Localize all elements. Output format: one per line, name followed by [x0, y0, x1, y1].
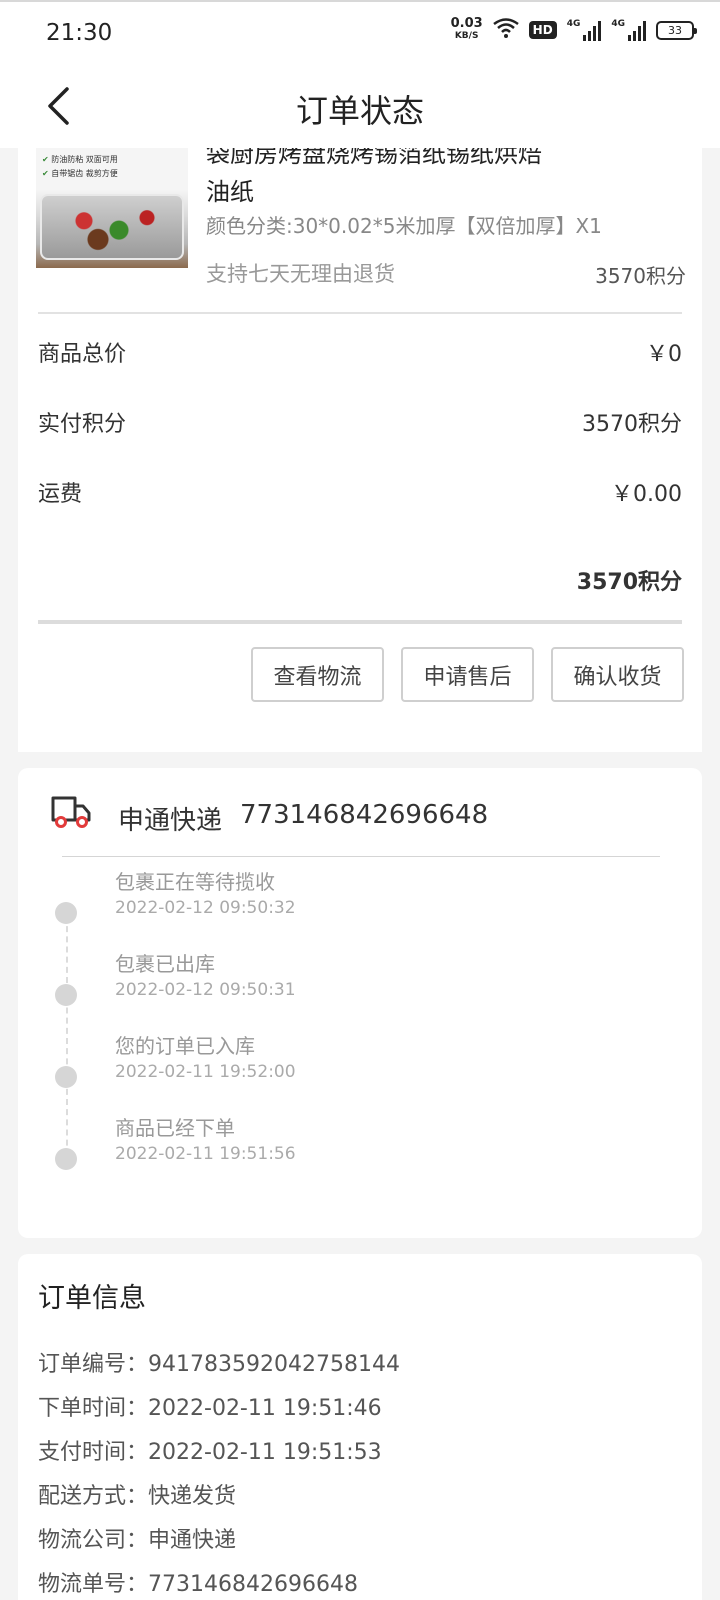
event-time: 2022-02-11 19:52:00: [115, 1062, 296, 1082]
product-image[interactable]: ✔ 防油防粘 双面可用 ✔ 自带锯齿 裁剪方便: [36, 148, 188, 268]
delivery-method-row: 配送方式：快递发货: [38, 1478, 236, 1510]
info-label: 物流公司：: [38, 1528, 149, 1553]
event-time: 2022-02-11 19:51:56: [115, 1144, 296, 1164]
status-bar: 21:30 0.03 KB/S HD 4G 4G 33: [0, 0, 720, 64]
event-text: 包裹已出库: [115, 952, 215, 976]
divider: [62, 856, 660, 857]
logistics-card: 申通快递 773146842696648 包裹正在等待揽收 2022-02-12…: [18, 768, 702, 1238]
image-feature-1: ✔ 防油防粘 双面可用: [42, 155, 118, 164]
status-icons: 0.03 KB/S HD 4G 4G 33: [450, 16, 697, 42]
goods-total-label: 商品总价: [38, 342, 127, 367]
return-policy: 支持七天无理由退货: [206, 262, 395, 286]
battery-icon: 33: [656, 20, 697, 40]
divider: [38, 620, 682, 624]
order-actions: 查看物流 申请售后 确认收货: [251, 647, 684, 702]
product-photo: [40, 194, 184, 260]
network-speed-unit: KB/S: [454, 31, 479, 41]
info-label: 订单编号：: [38, 1352, 149, 1377]
tracking-number-row: 物流单号：773146842696648: [38, 1566, 358, 1598]
timeline-dot: [55, 1066, 77, 1088]
shipping-label: 运费: [38, 482, 83, 507]
status-time: 21:30: [46, 20, 113, 46]
event-text: 包裹正在等待揽收: [115, 870, 275, 894]
product-points: 3570积分: [595, 264, 686, 288]
info-label: 物流单号：: [38, 1572, 149, 1597]
timeline-dot: [55, 1148, 77, 1170]
event-time: 2022-02-12 09:50:32: [115, 898, 296, 918]
info-value: 2022-02-11 19:51:53: [148, 1440, 382, 1465]
courier-row: 物流公司：申通快递: [38, 1522, 236, 1554]
timeline-line: [66, 916, 68, 1166]
divider: [38, 312, 682, 314]
nav-header: 订单状态: [0, 64, 720, 148]
pay-time-row: 支付时间：2022-02-11 19:51:53: [38, 1434, 382, 1466]
signal-icon-2: 4G: [611, 19, 646, 41]
network-speed-value: 0.03: [450, 16, 483, 31]
network-type: 4G: [566, 19, 581, 29]
signal-icon: 4G: [567, 19, 602, 41]
product-spec: 颜色分类:30*0.02*5米加厚【双倍加厚】X1: [206, 214, 602, 238]
info-value: 快递发货: [148, 1484, 237, 1509]
info-value: 申通快递: [148, 1528, 237, 1553]
network-type-2: 4G: [611, 19, 625, 29]
timeline-dot: [55, 902, 77, 924]
after-sale-button[interactable]: 申请售后: [401, 647, 534, 702]
info-value: 773146842696648: [148, 1572, 358, 1597]
courier-company: 申通快递: [118, 806, 223, 836]
network-speed: 0.03 KB/S: [450, 16, 483, 41]
order-total: 3570积分: [576, 570, 682, 595]
page-title: 订单状态: [295, 92, 424, 130]
image-feature-2: ✔ 自带锯齿 裁剪方便: [42, 169, 118, 178]
info-value: 2022-02-11 19:51:46: [148, 1396, 382, 1421]
product-name-line1: 袋厨房烤盘烧烤锡箔纸锡纸烘焙: [206, 148, 542, 168]
confirm-receipt-button[interactable]: 确认收货: [551, 647, 684, 702]
view-logistics-button[interactable]: 查看物流: [251, 647, 384, 702]
event-text: 您的订单已入库: [115, 1034, 255, 1058]
shipping-row: 运费 ￥0.00: [38, 476, 682, 508]
paid-points-row: 实付积分 3570积分: [38, 406, 682, 438]
event-time: 2022-02-12 09:50:31: [115, 980, 296, 1000]
goods-total-row: 商品总价 ￥0: [38, 336, 682, 368]
hd-badge: HD: [528, 21, 557, 39]
timeline-dot: [55, 984, 77, 1006]
tracking-number: 773146842696648: [240, 800, 489, 830]
shipping-value: ￥0.00: [611, 482, 682, 507]
paid-points-label: 实付积分: [38, 412, 127, 437]
wifi-icon: [492, 18, 519, 42]
info-label: 配送方式：: [38, 1484, 149, 1509]
order-info-card: 订单信息 订单编号：941783592042758144 下单时间：2022-0…: [18, 1254, 702, 1600]
info-value: 941783592042758144: [148, 1352, 400, 1377]
truck-icon: [50, 794, 92, 834]
order-time-row: 下单时间：2022-02-11 19:51:46: [38, 1390, 382, 1422]
order-number-row: 订单编号：941783592042758144: [38, 1346, 400, 1378]
product-name-line2: 油纸: [206, 178, 254, 206]
info-label: 下单时间：: [38, 1396, 149, 1421]
order-card: ✔ 防油防粘 双面可用 ✔ 自带锯齿 裁剪方便 袋厨房烤盘烧烤锡箔纸锡纸烘焙 油…: [18, 148, 702, 752]
order-info-title: 订单信息: [38, 1283, 146, 1314]
info-label: 支付时间：: [38, 1440, 149, 1465]
goods-total-value: ￥0: [646, 342, 682, 367]
event-text: 商品已经下单: [115, 1116, 235, 1140]
paid-points-value: 3570积分: [582, 412, 682, 437]
